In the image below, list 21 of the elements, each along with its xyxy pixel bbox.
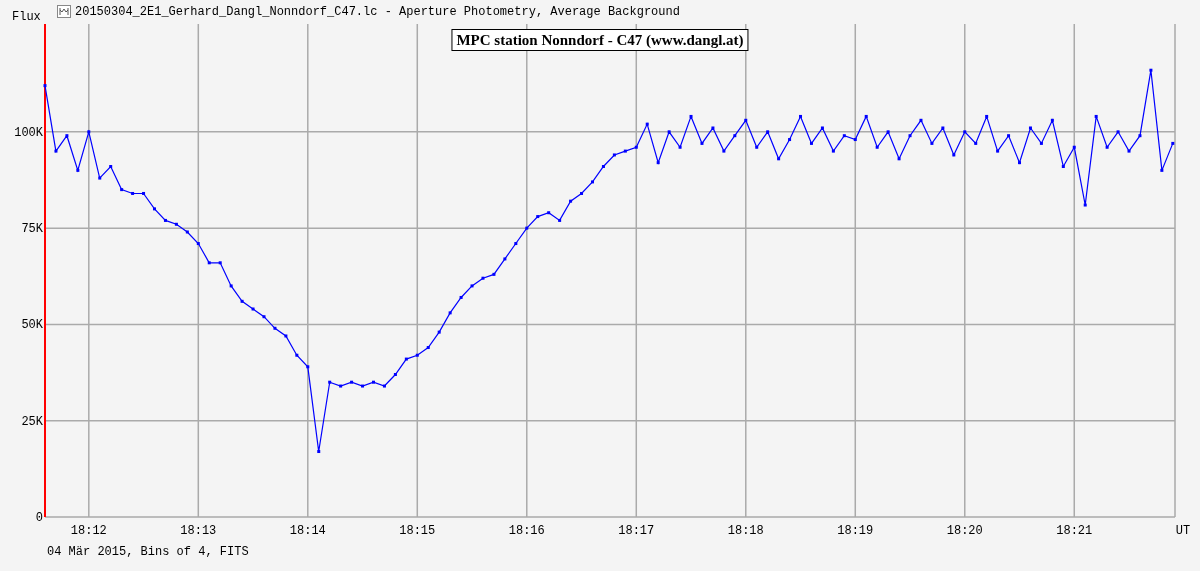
axis-tick-label: 100K <box>14 125 43 140</box>
axis-label: Flux <box>12 11 41 23</box>
axis-tick-label: 75K <box>21 222 43 237</box>
chart-title: MPC station Nonndorf - C47 (www.dangl.at) <box>451 29 749 51</box>
axis-tick-label: 18:16 <box>508 524 545 538</box>
axis-tick-label: 18:19 <box>837 524 874 538</box>
axis-tick-label: 18:21 <box>1056 524 1093 538</box>
axis-tick-label: 18:14 <box>289 524 326 538</box>
axis-tick-label: 18:15 <box>399 524 436 538</box>
axis-tick-label: 18:12 <box>70 524 107 538</box>
axis-tick-label: 18:18 <box>727 524 764 538</box>
axis-tick-label: 18:17 <box>618 524 655 538</box>
chart-icon <box>57 5 71 18</box>
axis-label: UT <box>1175 524 1191 538</box>
axis-tick-label: 0 <box>35 511 43 525</box>
window-title: 20150304_2E1_Gerhard_Dangl_Nonndorf_C47.lc - Aperture Photometry, Average Background <box>75 5 680 19</box>
axis-tick-label: 25K <box>21 414 43 429</box>
footer-text: 04 Mär 2015, Bins of 4, FITS <box>47 544 249 560</box>
axis-tick-label: 18:20 <box>946 524 983 538</box>
axis-tick-label: 50K <box>21 318 43 333</box>
axis-tick-label: 18:13 <box>180 524 217 538</box>
